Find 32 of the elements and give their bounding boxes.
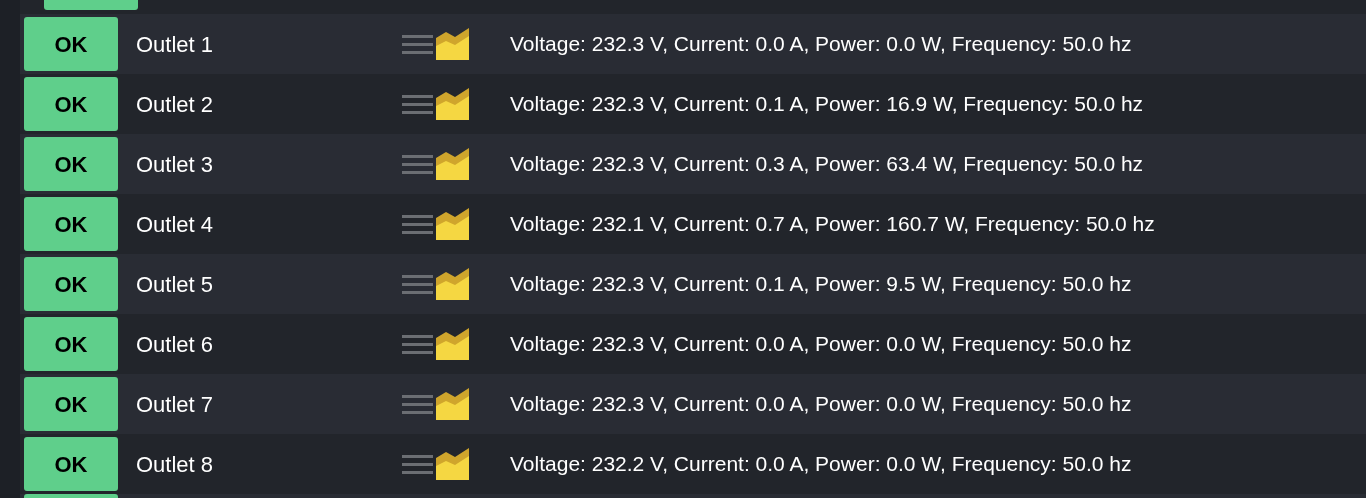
outlet-reading: Voltage: 232.3 V, Current: 0.0 A, Power: 0.0 W, Frequency: 50.0 hz: [510, 391, 1132, 418]
status-button[interactable]: OK: [24, 257, 118, 311]
status-button[interactable]: OK: [24, 317, 118, 371]
outlet-name: Outlet 1: [136, 30, 215, 59]
outlet-reading: Voltage: 232.1 V, Current: 0.7 A, Power: 160.7 W, Frequency: 50.0 hz: [510, 211, 1155, 238]
outlet-name: Outlet 4: [136, 210, 215, 239]
area-chart-icon[interactable]: [436, 208, 469, 240]
outlet-name: Outlet 5: [136, 270, 215, 299]
status-button[interactable]: OK: [24, 377, 118, 431]
outlet-reading: Voltage: 232.3 V, Current: 0.0 A, Power: 0.0 W, Frequency: 50.0 hz: [510, 31, 1132, 58]
status-button[interactable]: OK: [24, 137, 118, 191]
outlet-reading: Voltage: 232.3 V, Current: 0.1 A, Power: 9.5 W, Frequency: 50.0 hz: [510, 271, 1132, 298]
status-button[interactable]: OK: [24, 77, 118, 131]
outlet-reading: Voltage: 232.3 V, Current: 0.1 A, Power: 16.9 W, Frequency: 50.0 hz: [510, 91, 1144, 118]
outlet-name: Outlet 3: [136, 150, 215, 179]
outlet-reading: Voltage: 232.3 V, Current: 0.3 A, Power: 63.4 W, Frequency: 50.0 hz: [510, 151, 1144, 178]
area-chart-icon[interactable]: [436, 388, 469, 420]
area-chart-icon[interactable]: [436, 268, 469, 300]
outlet-name: Outlet 2: [136, 90, 215, 119]
area-chart-icon[interactable]: [436, 88, 469, 120]
outlet-name: Outlet 6: [136, 330, 215, 359]
area-chart-icon[interactable]: [436, 28, 469, 60]
area-chart-icon[interactable]: [436, 328, 469, 360]
outlet-name: Outlet 7: [136, 390, 215, 419]
outlet-reading: Voltage: 232.3 V, Current: 0.0 A, Power: 0.0 W, Frequency: 50.0 hz: [510, 331, 1132, 358]
outlet-reading: Voltage: 232.2 V, Current: 0.0 A, Power: 0.0 W, Frequency: 50.0 hz: [510, 451, 1132, 478]
status-button[interactable]: OK: [24, 197, 118, 251]
status-button[interactable]: OK: [24, 437, 118, 491]
outlet-name: Outlet 8: [136, 450, 215, 479]
area-chart-icon[interactable]: [436, 148, 469, 180]
status-button[interactable]: OK: [24, 17, 118, 71]
area-chart-icon[interactable]: [436, 448, 469, 480]
